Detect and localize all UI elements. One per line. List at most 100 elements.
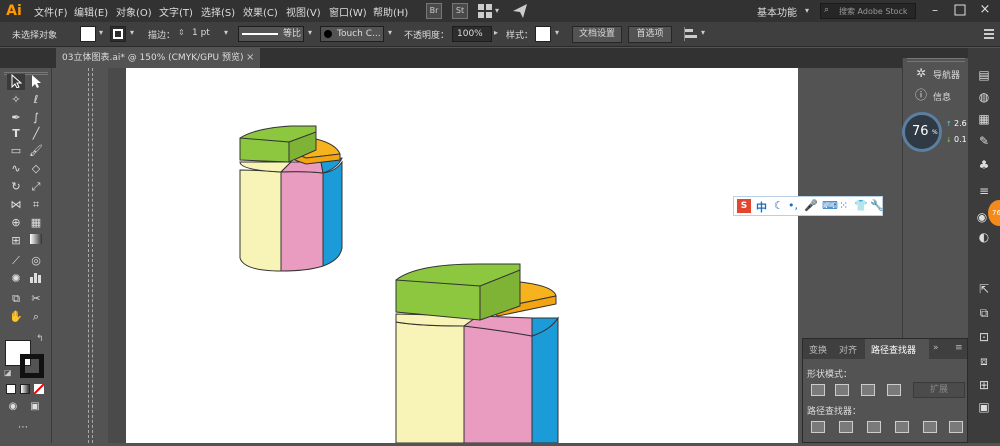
menu-view[interactable]: 视图(V) [286,4,321,19]
eraser-tool-icon[interactable]: ◇ [27,161,45,177]
opacity-field[interactable]: 100% [452,26,492,42]
properties-icon[interactable]: ▤ [974,66,994,84]
menu-type[interactable]: 文字(T) [159,4,193,19]
brushes-icon[interactable]: ✎ [974,132,994,150]
merge-button[interactable] [867,421,881,433]
tab-transform[interactable]: 变换 [809,343,827,356]
document-tab[interactable]: 03立体图表.ai* @ 150% (CMYK/GPU 预览) [56,48,260,68]
stroke-panel-icon[interactable]: ≡ [974,182,994,200]
draw-mode-icon[interactable]: ◉ [4,399,22,415]
perspective-grid-tool-icon[interactable]: ▦ [27,215,45,231]
magic-wand-tool-icon[interactable]: ✧ [7,92,25,108]
info-icon[interactable]: ⓘ [911,86,931,104]
links-icon[interactable]: ⧈ [974,352,994,370]
panel-menu-icon[interactable] [984,28,994,40]
navigator-panel-label[interactable]: 导航器 [933,68,960,81]
navigator-icon[interactable]: ✲ [911,64,931,82]
exclude-button[interactable] [887,384,901,396]
chevron-down-icon[interactable]: ▾ [224,28,228,37]
type-tool-icon[interactable]: T [7,126,25,142]
preferences-button[interactable]: 首选项 [628,26,672,43]
wrench-icon[interactable]: 🔧 [870,199,884,212]
scale-tool-icon[interactable]: ⤢ [27,179,45,195]
chevron-down-icon[interactable]: ▾ [701,28,705,37]
menu-file[interactable]: 文件(F) [34,4,68,19]
zoom-tool-icon[interactable]: ⌕ [27,309,45,325]
brush-definition[interactable]: Touch C... [320,26,384,42]
apps-grid-icon[interactable]: ⁙ [839,199,848,212]
hand-tool-icon[interactable]: ✋ [7,309,25,325]
artboard-tool-icon[interactable]: ⧉ [7,291,25,307]
lasso-tool-icon[interactable]: ℓ [27,92,45,108]
shape-builder-tool-icon[interactable]: ⊕ [7,215,25,231]
swap-colors-icon[interactable]: ↰ [36,334,44,344]
maximize-icon[interactable] [953,3,967,17]
align-options-icon[interactable] [683,27,700,41]
document-setup-button[interactable]: 文档设置 [572,26,622,43]
crop-button[interactable] [895,421,909,433]
transform-icon[interactable]: ⊞ [974,376,994,394]
shirt-icon[interactable]: 👕 [854,199,868,212]
chevron-down-icon[interactable]: ▾ [805,6,809,15]
outline-button[interactable] [923,421,937,433]
fill-swatch[interactable] [80,26,96,42]
gradient-mode-icon[interactable] [20,384,30,394]
panel-menu-icon[interactable]: ≡ [955,343,963,353]
stock-search-input[interactable]: ⌕ 搜索 Adobe Stock [820,3,916,19]
expand-button[interactable]: 扩展 [913,382,965,398]
menu-window[interactable]: 窗口(W) [329,4,367,19]
stock-button[interactable]: St [452,3,468,19]
workspace-switcher[interactable]: 基本功能 [757,4,797,19]
intersect-button[interactable] [861,384,875,396]
line-tool-icon[interactable]: ╱ [27,126,45,142]
menu-object[interactable]: 对象(O) [116,4,152,19]
swatches-icon[interactable]: ▦ [974,110,994,128]
close-window-icon[interactable]: × [978,2,992,18]
stroke-color-box[interactable] [20,354,44,378]
variable-width-profile[interactable]: 等比 [238,26,304,42]
chevron-right-icon[interactable]: ▸ [494,28,498,37]
send-icon[interactable] [512,3,528,19]
rotate-tool-icon[interactable]: ↻ [7,179,25,195]
artboard[interactable] [126,68,798,444]
menu-select[interactable]: 选择(S) [201,4,235,19]
symbol-sprayer-tool-icon[interactable]: ✺ [7,271,25,287]
column-graph-tool-icon[interactable] [27,271,45,287]
ime-toolbar[interactable]: S 中 ☾ •, 🎤 ⌨ ⁙ 👕 🔧 [733,196,884,216]
divide-button[interactable] [811,421,825,433]
graphic-style-swatch[interactable] [535,26,551,42]
stepper-icon[interactable]: ⇕ [178,28,185,37]
chevron-down-icon[interactable]: ▾ [388,28,392,37]
minimize-icon[interactable]: – [928,3,942,17]
selection-tool-icon[interactable] [7,73,25,90]
menu-help[interactable]: 帮助(H) [373,4,408,19]
free-transform-tool-icon[interactable]: ⌗ [27,197,45,213]
artboards-icon[interactable]: ⊡ [974,328,994,346]
gradient-panel-icon[interactable]: ◐ [974,228,994,246]
symbols-icon[interactable]: ♣ [974,156,994,174]
eyedropper-tool-icon[interactable]: ⟋ [7,253,25,269]
none-mode-icon[interactable] [33,383,45,395]
mesh-tool-icon[interactable]: ⊞ [7,233,25,249]
trim-button[interactable] [839,421,853,433]
unite-button[interactable] [811,384,825,396]
blend-tool-icon[interactable]: ◎ [27,253,45,269]
minus-front-button[interactable] [835,384,849,396]
panel-grip[interactable] [907,58,965,62]
chevron-down-icon[interactable]: ▾ [495,6,499,15]
stroke-swatch[interactable] [110,26,126,42]
tab-align[interactable]: 对齐 [839,343,857,356]
width-tool-icon[interactable]: ⋈ [7,197,25,213]
pen-tool-icon[interactable]: ✒ [7,110,25,126]
pathfinder-icon[interactable]: ▣ [974,398,994,416]
color-wheel-icon[interactable]: ◍ [974,88,994,106]
color-mode-icon[interactable] [6,384,16,394]
rectangle-tool-icon[interactable]: ▭ [7,143,25,159]
curvature-tool-icon[interactable]: ∫ [27,110,45,126]
info-panel-label[interactable]: 信息 [933,90,951,103]
screen-mode-icon[interactable]: ▣ [26,399,44,415]
default-colors-icon[interactable]: ◪ [4,368,12,377]
gradient-tool-icon[interactable] [27,233,45,249]
direct-selection-tool-icon[interactable] [27,74,45,90]
menu-edit[interactable]: 编辑(E) [74,4,108,19]
